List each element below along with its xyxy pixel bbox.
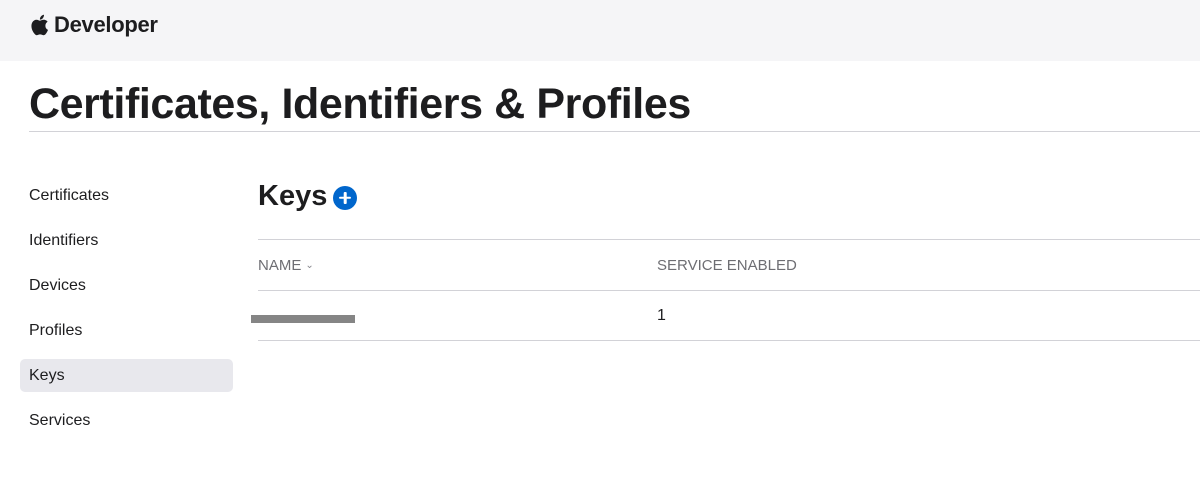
table-header-row: NAME ⌄ SERVICE ENABLED <box>258 239 1200 290</box>
sidebar-item-keys[interactable]: Keys <box>20 359 233 392</box>
sidebar-nav: Certificates Identifiers Devices Profile… <box>20 179 233 449</box>
sidebar-item-certificates[interactable]: Certificates <box>20 179 233 212</box>
sidebar-item-devices[interactable]: Devices <box>20 269 233 302</box>
keys-table: NAME ⌄ SERVICE ENABLED 1 <box>251 239 1200 341</box>
title-divider <box>29 131 1200 132</box>
section-header: Keys <box>258 180 358 213</box>
table-row[interactable]: 1 <box>251 290 1200 341</box>
service-enabled-count: 1 <box>657 306 666 324</box>
page-title: Certificates, Identifiers & Profiles <box>29 80 691 128</box>
column-header-service-enabled[interactable]: SERVICE ENABLED <box>657 257 1200 274</box>
section-title: Keys <box>258 180 328 212</box>
sidebar-item-profiles[interactable]: Profiles <box>20 314 233 347</box>
developer-home-link[interactable]: Developer <box>29 12 158 38</box>
brand-text: Developer <box>54 12 158 37</box>
sidebar-item-services[interactable]: Services <box>20 404 233 437</box>
chevron-down-icon: ⌄ <box>305 259 314 271</box>
sidebar-item-identifiers[interactable]: Identifiers <box>20 224 233 257</box>
redaction-bar <box>251 315 355 323</box>
global-header: Developer <box>0 0 1200 61</box>
column-header-name[interactable]: NAME ⌄ <box>258 257 657 274</box>
apple-logo-icon <box>31 14 48 36</box>
add-key-button[interactable] <box>333 185 358 210</box>
